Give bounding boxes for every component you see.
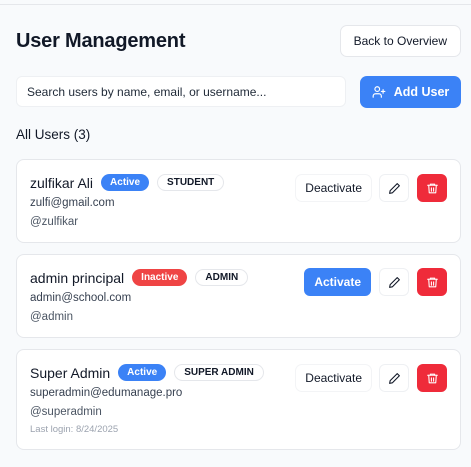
user-card: Super Admin Active SUPER ADMIN superadmi… xyxy=(16,349,461,450)
user-card: admin principal Inactive ADMIN admin@sch… xyxy=(16,254,461,338)
deactivate-button[interactable]: Deactivate xyxy=(296,175,371,201)
user-plus-icon xyxy=(372,86,386,98)
trash-icon xyxy=(426,373,438,383)
user-name: zulfikar Ali xyxy=(30,174,94,191)
last-login: Last login: 8/24/2025 xyxy=(30,424,119,435)
user-username: @superadmin xyxy=(30,406,102,418)
activate-button[interactable]: Activate xyxy=(304,268,371,296)
add-user-button[interactable]: Add User xyxy=(360,76,461,108)
delete-button[interactable] xyxy=(417,174,447,202)
role-badge: STUDENT xyxy=(157,174,225,191)
user-email: admin@school.com xyxy=(30,292,132,304)
add-user-label: Add User xyxy=(393,85,450,99)
edit-button[interactable] xyxy=(379,174,409,202)
pencil-icon xyxy=(388,276,400,288)
trash-icon xyxy=(426,277,438,287)
user-email: superadmin@edumanage.pro xyxy=(30,387,183,399)
delete-button[interactable] xyxy=(417,364,447,392)
user-name: Super Admin xyxy=(30,364,111,381)
search-input[interactable] xyxy=(16,76,346,107)
trash-icon xyxy=(426,183,438,193)
pencil-icon xyxy=(388,182,400,194)
pencil-icon xyxy=(388,372,400,384)
role-badge: ADMIN xyxy=(195,269,249,286)
search-row: Add User xyxy=(16,76,461,108)
section-title: All Users (3) xyxy=(16,127,91,142)
delete-button[interactable] xyxy=(417,268,447,296)
status-badge: Active xyxy=(118,364,167,381)
user-name: admin principal xyxy=(30,269,125,286)
back-to-overview-button[interactable]: Back to Overview xyxy=(339,25,461,57)
edit-button[interactable] xyxy=(379,268,409,296)
edit-button[interactable] xyxy=(379,364,409,392)
user-card: zulfikar Ali Active STUDENT zulfi@gmail.… xyxy=(16,159,461,243)
user-email: zulfi@gmail.com xyxy=(30,197,115,209)
user-username: @zulfikar xyxy=(30,216,79,228)
page-title: User Management xyxy=(16,29,186,52)
user-username: @admin xyxy=(30,311,73,323)
top-divider xyxy=(0,4,471,5)
page-header: User Management Back to Overview xyxy=(16,24,461,58)
status-badge: Active xyxy=(101,174,150,191)
role-badge: SUPER ADMIN xyxy=(174,364,264,381)
deactivate-button[interactable]: Deactivate xyxy=(296,365,371,391)
status-badge: Inactive xyxy=(132,269,188,286)
